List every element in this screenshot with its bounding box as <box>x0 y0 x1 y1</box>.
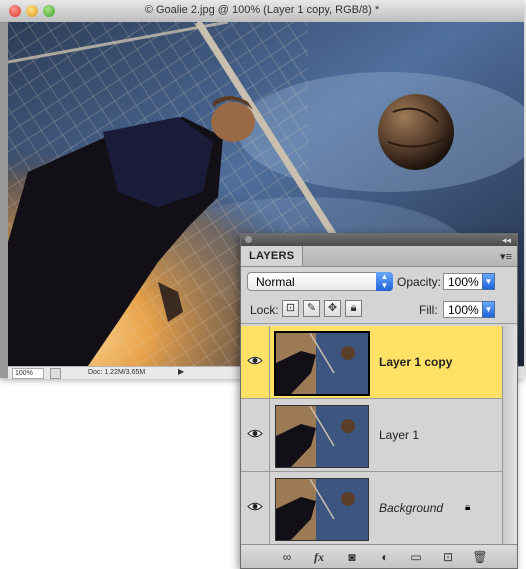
thumbnail-image <box>276 479 368 540</box>
blend-mode-select[interactable]: Normal ▲ ▼ <box>247 272 393 291</box>
layer-thumbnail[interactable] <box>275 405 369 468</box>
document-title: © Goalie 2.jpg @ 100% (Layer 1 copy, RGB… <box>144 4 380 16</box>
lock-label: Lock: <box>250 303 279 317</box>
document-titlebar[interactable]: © Goalie 2.jpg @ 100% (Layer 1 copy, RGB… <box>0 0 524 23</box>
status-icon[interactable] <box>50 368 61 379</box>
layers-panel: ◂◂ LAYERS ▾≡ Normal ▲ ▼ Opacity: 100% ▼ L… <box>240 233 518 569</box>
blend-mode-value: Normal <box>256 275 295 289</box>
panel-bottom-toolbar: ∞ fx ◙ ◐ ▭ ⊡ 🗑︎ <box>241 544 517 568</box>
mask-icon[interactable]: ◙ <box>344 549 360 565</box>
visibility-toggle[interactable] <box>241 472 270 544</box>
layer-row-layer-1-copy[interactable]: Layer 1 copy <box>241 326 503 399</box>
fill-field[interactable]: 100% <box>443 301 483 318</box>
lock-row: Lock: ⊡ ✎ ✥ 🔒︎ Fill: 100% ▼ <box>241 295 517 324</box>
eye-icon <box>247 429 263 438</box>
lock-position-icon[interactable]: ✥ <box>324 300 341 317</box>
thumbnail-image <box>276 406 368 467</box>
new-layer-icon[interactable]: ⊡ <box>440 549 456 565</box>
lock-transparency-icon[interactable]: ⊡ <box>282 300 299 317</box>
lock-all-icon[interactable]: 🔒︎ <box>345 300 362 317</box>
layer-thumbnail[interactable] <box>274 331 370 396</box>
doc-info: Doc: 1.22M/3.65M <box>88 369 146 376</box>
layer-lock-icon: 🔒︎ <box>465 502 471 513</box>
link-icon[interactable]: ∞ <box>279 549 295 565</box>
lock-image-brush-icon[interactable]: ✎ <box>303 300 320 317</box>
layer-thumbnail[interactable] <box>275 478 369 541</box>
visibility-toggle[interactable] <box>241 399 270 471</box>
opacity-field[interactable]: 100% <box>443 273 483 290</box>
thumbnail-image <box>276 333 368 394</box>
tab-layers[interactable]: LAYERS <box>241 246 304 266</box>
layer-name[interactable]: Layer 1 copy <box>379 355 452 369</box>
eye-icon <box>247 356 263 365</box>
folder-icon[interactable]: ▭ <box>408 549 424 565</box>
layer-row-layer-1[interactable]: Layer 1 <box>241 399 503 472</box>
zoom-level-field[interactable]: 100% <box>12 368 44 379</box>
eye-icon <box>247 502 263 511</box>
panel-tabs: LAYERS ▾≡ <box>241 246 517 267</box>
fill-dropdown-arrow-icon[interactable]: ▼ <box>482 301 495 318</box>
collapse-panel-icon[interactable]: ◂◂ <box>502 234 511 246</box>
blend-mode-arrows-icon[interactable]: ▲ ▼ <box>376 272 393 291</box>
visibility-toggle[interactable] <box>241 326 270 398</box>
fill-label: Fill: <box>419 303 438 317</box>
trash-icon[interactable]: 🗑︎ <box>472 549 488 565</box>
layer-row-background[interactable]: Background 🔒︎ <box>241 472 503 545</box>
layers-scrollbar[interactable] <box>502 326 517 544</box>
layer-name[interactable]: Layer 1 <box>379 428 419 442</box>
adjustment-icon[interactable]: ◐ <box>377 549 393 565</box>
opacity-dropdown-arrow-icon[interactable]: ▼ <box>482 273 495 290</box>
status-menu-arrow-icon[interactable]: ▶ <box>178 367 184 376</box>
panel-menu-icon[interactable]: ▾≡ <box>500 250 512 263</box>
panel-close-icon[interactable] <box>245 236 252 243</box>
layer-name[interactable]: Background <box>379 501 443 515</box>
opacity-label: Opacity: <box>397 275 442 289</box>
fx-icon[interactable]: fx <box>311 549 327 565</box>
layers-list: Layer 1 copy Layer 1 Background 🔒︎ <box>241 326 503 545</box>
panel-topbar[interactable]: ◂◂ <box>241 234 517 246</box>
blend-row: Normal ▲ ▼ Opacity: 100% ▼ <box>241 267 517 295</box>
